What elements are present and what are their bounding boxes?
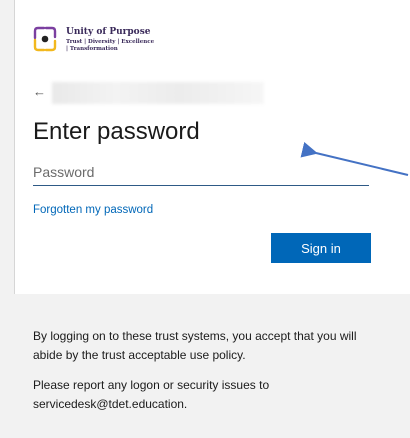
sign-in-button[interactable]: Sign in: [271, 233, 371, 263]
unity-of-purpose-logo: [33, 26, 57, 52]
policy-notice: By logging on to these trust systems, yo…: [33, 329, 357, 362]
back-arrow-icon[interactable]: ←: [33, 84, 46, 99]
support-notice: Please report any logon or security issu…: [33, 378, 270, 411]
annotation-arrow-icon: [300, 141, 409, 176]
page-title: Enter password: [33, 118, 200, 145]
redacted-account-id: [52, 82, 264, 104]
brand-name: Unity of Purpose: [66, 27, 151, 37]
sign-in-page: Unity of Purpose Trust | Diversity | Exc…: [0, 0, 410, 438]
brand-tagline: Trust | Diversity | Excellence | Transfo…: [66, 39, 155, 52]
forgot-password-link[interactable]: Forgotten my password: [33, 204, 153, 216]
